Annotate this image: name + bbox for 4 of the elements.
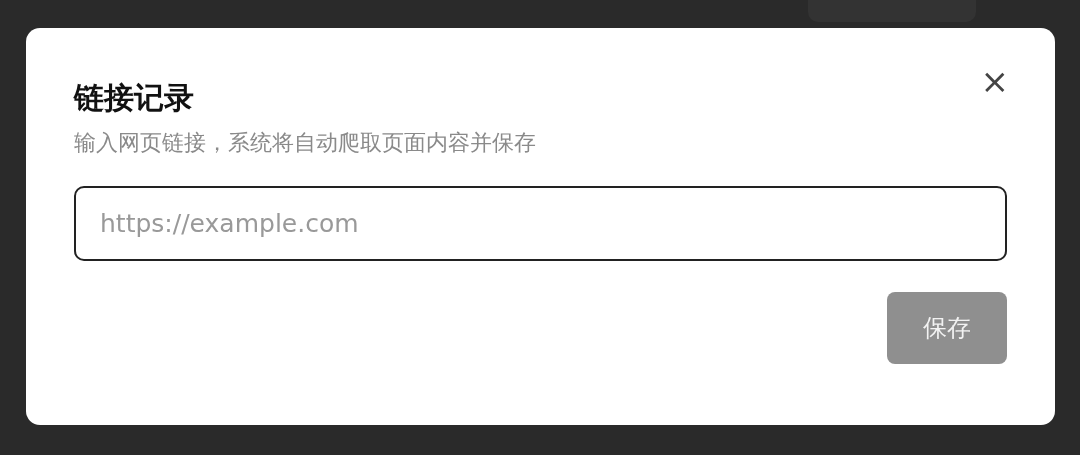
dialog-title: 链接记录 xyxy=(74,79,194,117)
url-field[interactable]: https://example.com xyxy=(74,186,1007,261)
dialog-description: 输入网页链接，系统将自动爬取页面内容并保存 xyxy=(74,129,537,157)
close-button[interactable]: × xyxy=(980,66,1009,96)
